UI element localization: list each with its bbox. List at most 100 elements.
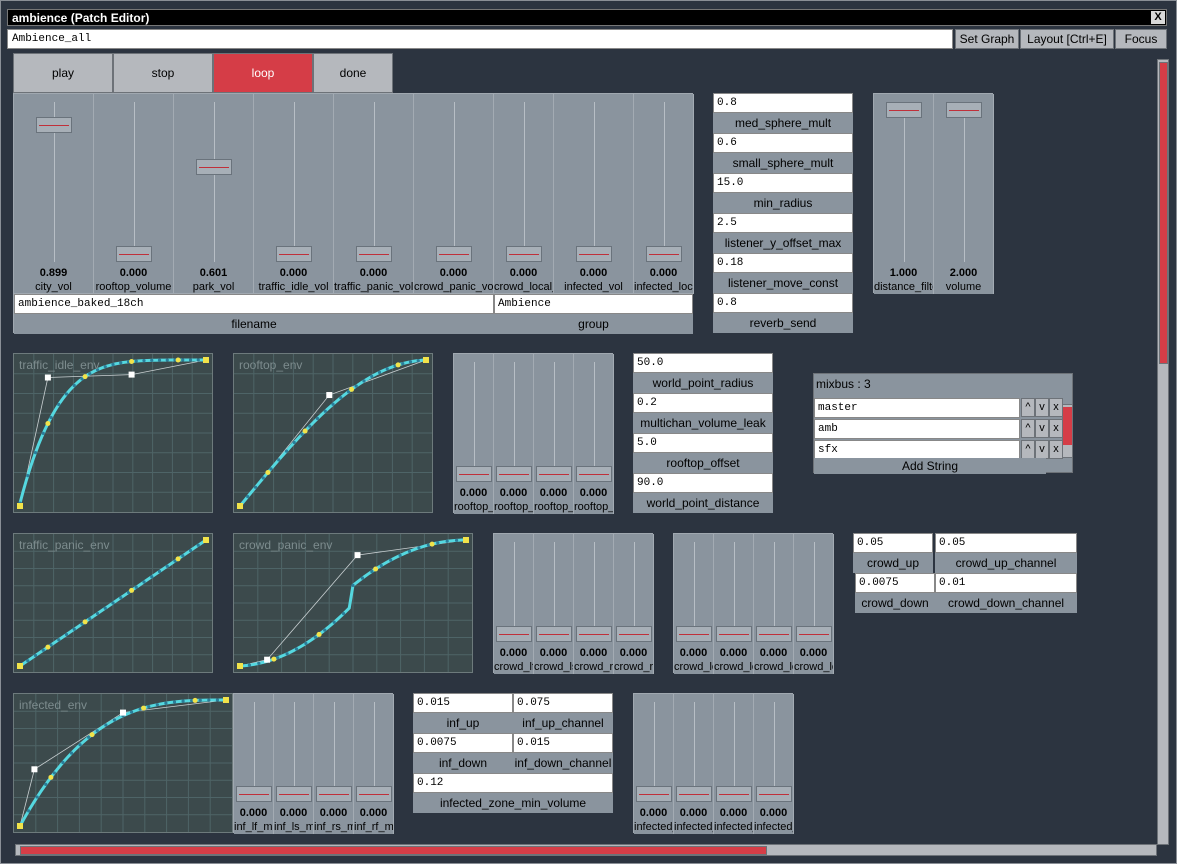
slider[interactable]: 0.601 park_vol [174, 94, 254, 294]
slider[interactable]: 0.000 crowd_lf_mult [494, 534, 534, 674]
param-field[interactable]: 0.015 [513, 733, 613, 753]
slider[interactable]: 0.000 rooftop_lf_mult [454, 354, 494, 514]
slider-knob[interactable] [575, 626, 612, 642]
slider-knob[interactable] [575, 246, 612, 262]
param-field[interactable]: 0.015 [413, 693, 513, 713]
param-field[interactable]: 0.8 [713, 293, 853, 313]
set-graph-button[interactable]: Set Graph [955, 29, 1019, 49]
slider-knob[interactable] [575, 466, 612, 482]
slider-knob[interactable] [535, 626, 572, 642]
slider-knob[interactable] [675, 786, 712, 802]
slider-knob[interactable] [495, 626, 532, 642]
slider-knob[interactable] [235, 786, 272, 802]
param-field[interactable]: 0.01 [935, 573, 1077, 593]
slider[interactable]: 0.000 inf_ls_mult [274, 694, 314, 834]
slider[interactable]: 0.000 infected_vol [554, 94, 634, 294]
slider-knob[interactable] [885, 102, 922, 118]
filename-field[interactable]: ambience_baked_18ch [14, 294, 494, 314]
slider[interactable]: 0.000 inf_lf_mult [234, 694, 274, 834]
slider[interactable]: 0.000 crowd_local_rf [794, 534, 834, 674]
param-field[interactable]: 90.0 [633, 473, 773, 493]
param-field[interactable]: 5.0 [633, 433, 773, 453]
param-field[interactable]: 0.18 [713, 253, 853, 273]
param-field[interactable]: 0.6 [713, 133, 853, 153]
mixbus-string-field[interactable]: amb [814, 419, 1020, 439]
move-down-button[interactable]: v [1035, 419, 1049, 438]
infected-envelope[interactable]: infected_env [13, 693, 233, 833]
slider[interactable]: 0.000 crowd_local_vol [494, 94, 554, 294]
crowd-panic-envelope[interactable]: crowd_panic_env [233, 533, 473, 673]
param-field[interactable]: 0.0075 [855, 573, 935, 593]
mixbus-scrollbar[interactable] [1062, 404, 1073, 458]
slider[interactable]: 0.000 rooftop_rf_mult [574, 354, 614, 514]
mixbus-scroll-thumb[interactable] [1063, 407, 1072, 445]
focus-button[interactable]: Focus [1115, 29, 1167, 49]
horizontal-scroll-thumb[interactable] [20, 846, 767, 855]
move-down-button[interactable]: v [1035, 440, 1049, 459]
param-field[interactable]: 0.075 [513, 693, 613, 713]
slider-knob[interactable] [945, 102, 982, 118]
slider[interactable]: 0.000 infected_local_rf [754, 694, 794, 834]
slider[interactable]: 0.000 crowd_rs_mult [574, 534, 614, 674]
stop-button[interactable]: stop [113, 53, 213, 93]
slider-knob[interactable] [315, 786, 352, 802]
param-field[interactable]: 0.12 [413, 773, 613, 793]
param-field[interactable]: 0.05 [935, 533, 1077, 553]
slider-knob[interactable] [435, 246, 472, 262]
slider-knob[interactable] [715, 786, 752, 802]
param-field[interactable]: 0.0075 [413, 733, 513, 753]
slider-knob[interactable] [505, 246, 542, 262]
slider-knob[interactable] [455, 466, 492, 482]
slider-knob[interactable] [495, 466, 532, 482]
slider[interactable]: 0.000 crowd_local_ls [714, 534, 754, 674]
done-button[interactable]: done [313, 53, 393, 93]
slider[interactable]: 0.000 crowd_ls_mult [534, 534, 574, 674]
slider[interactable]: 0.000 infected_local_rs [714, 694, 754, 834]
param-field[interactable]: 0.8 [713, 93, 853, 113]
slider[interactable]: 2.000 volume [934, 94, 994, 294]
slider[interactable]: 0.000 crowd_local_lf [674, 534, 714, 674]
slider[interactable]: 0.000 infected_local_lf [634, 694, 674, 834]
close-button[interactable]: X [1151, 11, 1165, 24]
traffic-idle-envelope[interactable]: traffic_idle_env [13, 353, 213, 513]
slider-knob[interactable] [635, 786, 672, 802]
slider-knob[interactable] [355, 786, 392, 802]
slider[interactable]: 0.000 rooftop_rs_mult [534, 354, 574, 514]
remove-button[interactable]: x [1049, 440, 1063, 459]
slider[interactable]: 1.000 distance_filter [874, 94, 934, 294]
param-field[interactable]: 15.0 [713, 173, 853, 193]
mixbus-string-field[interactable]: sfx [814, 440, 1020, 460]
slider[interactable]: 0.000 infected_local_vol [634, 94, 694, 294]
slider-knob[interactable] [355, 246, 392, 262]
layout-button[interactable]: Layout [Ctrl+E] [1020, 29, 1114, 49]
title-bar[interactable]: ambience (Patch Editor) X [7, 9, 1167, 26]
slider[interactable]: 0.000 infected_local_ls [674, 694, 714, 834]
slider-knob[interactable] [755, 786, 792, 802]
slider[interactable]: 0.000 crowd_rf_mult [614, 534, 654, 674]
play-button[interactable]: play [13, 53, 113, 93]
horizontal-scrollbar[interactable] [15, 844, 1157, 856]
slider-knob[interactable] [35, 116, 72, 133]
remove-button[interactable]: x [1049, 398, 1063, 417]
slider-knob[interactable] [275, 246, 312, 262]
vertical-scroll-thumb[interactable] [1159, 62, 1168, 364]
slider[interactable]: 0.000 rooftop_volume [94, 94, 174, 294]
mixbus-string-field[interactable]: master [814, 398, 1020, 418]
rooftop-envelope[interactable]: rooftop_env [233, 353, 433, 513]
traffic-panic-envelope[interactable]: traffic_panic_env [13, 533, 213, 673]
slider-knob[interactable] [115, 246, 152, 262]
move-up-button[interactable]: ^ [1021, 398, 1035, 417]
slider[interactable]: 0.000 rooftop_ls_mult [494, 354, 534, 514]
slider[interactable]: 0.000 inf_rf_mult [354, 694, 394, 834]
slider-knob[interactable] [195, 159, 232, 176]
slider-knob[interactable] [645, 246, 682, 262]
move-down-button[interactable]: v [1035, 398, 1049, 417]
slider[interactable]: 0.000 crowd_local_rs [754, 534, 794, 674]
slider[interactable]: 0.000 traffic_panic_vol [334, 94, 414, 294]
loop-button[interactable]: loop [213, 53, 313, 93]
slider-knob[interactable] [795, 626, 832, 642]
param-field[interactable]: 2.5 [713, 213, 853, 233]
move-up-button[interactable]: ^ [1021, 419, 1035, 438]
slider-knob[interactable] [715, 626, 752, 642]
slider[interactable]: 0.000 inf_rs_mult [314, 694, 354, 834]
